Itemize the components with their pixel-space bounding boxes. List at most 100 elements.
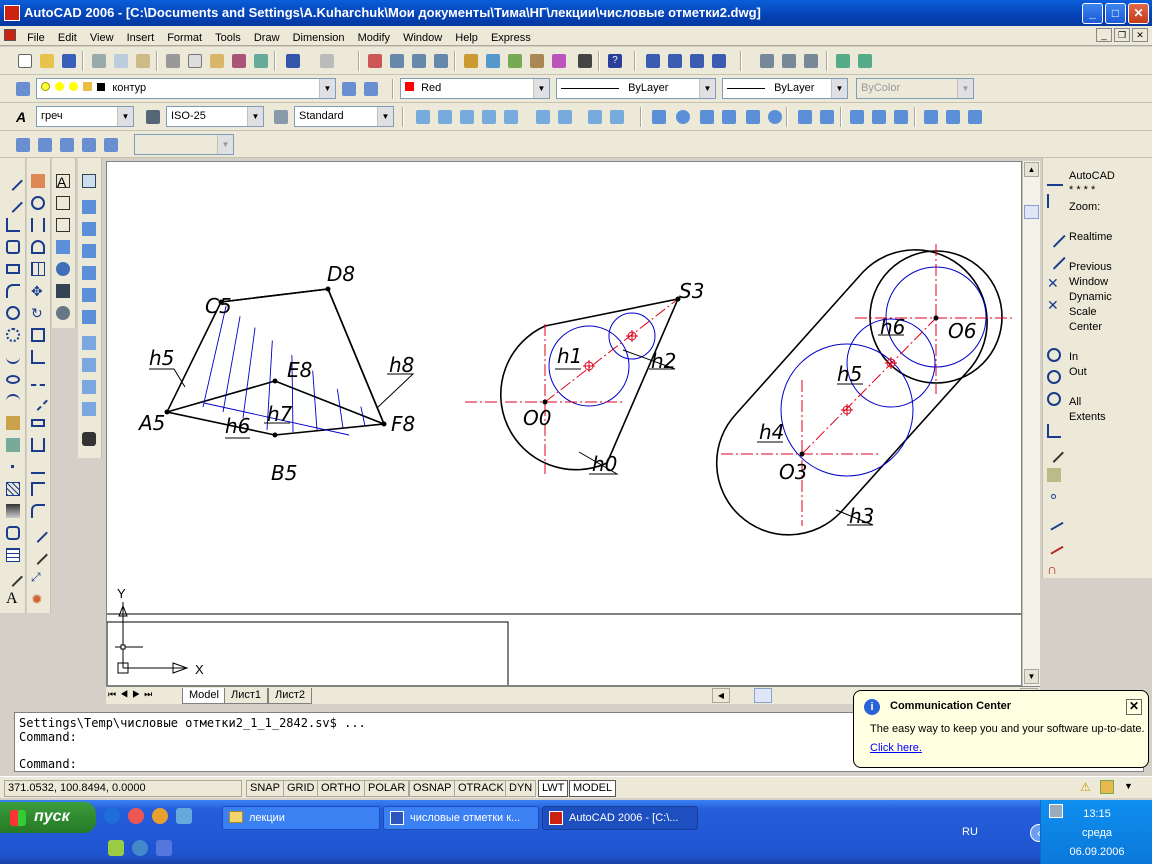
menu-edit[interactable]: Edit — [53, 29, 82, 48]
polyline-tool[interactable] — [2, 214, 24, 236]
otrack-toggle[interactable]: OTRACK — [454, 780, 508, 797]
erase-tool[interactable] — [27, 170, 49, 192]
balloon-link[interactable]: Click here. — [870, 742, 922, 754]
pan-button[interactable] — [364, 50, 384, 70]
circle-tool[interactable] — [2, 302, 24, 324]
ucs-icon-3[interactable] — [1044, 226, 1066, 248]
explode-star-tool[interactable]: ✹ — [27, 588, 49, 610]
text-mtext-button[interactable] — [756, 50, 776, 70]
cut-button[interactable] — [162, 50, 182, 70]
zoom-extents-item[interactable]: Extents — [1069, 411, 1106, 423]
menu-format[interactable]: Format — [162, 29, 207, 48]
zoom-all-icon[interactable] — [584, 106, 604, 126]
matchprop-button[interactable] — [228, 50, 248, 70]
start-button[interactable]: пуск — [0, 802, 96, 833]
offset-tool[interactable] — [27, 236, 49, 258]
doc-restore-button[interactable]: ❐ — [1114, 28, 1130, 42]
setup-drawing-icon[interactable] — [920, 106, 940, 126]
chevron-down-icon[interactable]: ▼ — [533, 79, 549, 98]
menu-window[interactable]: Window — [398, 29, 447, 48]
ucs-x-icon[interactable]: ✕ — [1047, 276, 1063, 290]
ucs-icon-2[interactable] — [1047, 194, 1063, 208]
sheetset-button[interactable] — [526, 50, 546, 70]
properties-button[interactable] — [460, 50, 480, 70]
zoom-window-icon[interactable] — [412, 106, 432, 126]
hatch-lines-tool[interactable] — [2, 566, 24, 588]
node-icon[interactable] — [1051, 494, 1056, 499]
layer-combo[interactable]: контур ▼ — [36, 78, 336, 99]
draworder-back-button[interactable] — [664, 50, 684, 70]
named-views-tool[interactable] — [78, 170, 100, 192]
tab-sheet2[interactable]: Лист2 — [268, 688, 313, 704]
polygon-tool[interactable] — [2, 236, 24, 258]
left-view-tool[interactable] — [78, 240, 100, 262]
quick-launch-icon-7[interactable] — [156, 840, 172, 856]
quick-launch-icon-4[interactable] — [176, 808, 192, 824]
fillet-tool[interactable] — [27, 500, 49, 522]
break-at-point-tool[interactable] — [27, 412, 49, 434]
layer-tool-button[interactable] — [832, 50, 852, 70]
scroll-down-button[interactable]: ▼ — [1024, 669, 1039, 684]
box-dark-tool[interactable] — [52, 280, 74, 302]
draworder-under-button[interactable] — [708, 50, 728, 70]
tab-model[interactable]: Model — [182, 688, 226, 704]
sphere-tool[interactable] — [52, 258, 74, 280]
zoom-center-icon[interactable] — [478, 106, 498, 126]
sphere-grey-tool[interactable] — [52, 302, 74, 324]
draworder-above-button[interactable] — [686, 50, 706, 70]
task-autocad[interactable]: AutoCAD 2006 - [C:\... — [542, 806, 698, 830]
ellipse-arc-tool[interactable] — [2, 390, 24, 412]
scale-tool[interactable] — [27, 324, 49, 346]
point-tool[interactable] — [2, 456, 24, 478]
none-icon[interactable] — [1044, 535, 1064, 555]
communication-center-balloon[interactable]: i Communication Center ✕ The easy way to… — [853, 690, 1149, 768]
table-style-combo[interactable]: Standard ▼ — [294, 106, 394, 127]
ortho-toggle[interactable]: ORTHO — [317, 780, 365, 797]
extend-tool[interactable] — [27, 390, 49, 412]
task-lekcii[interactable]: лекции — [222, 806, 380, 830]
rectangle-tool[interactable] — [2, 258, 24, 280]
menu-help[interactable]: Help — [450, 29, 483, 48]
ucs-y-icon[interactable]: ✕ — [1047, 298, 1063, 312]
menu-tools[interactable]: Tools — [210, 29, 246, 48]
dyn-toggle[interactable]: DYN — [505, 780, 537, 797]
menu-modify[interactable]: Modify — [353, 29, 395, 48]
cube-solid-tool[interactable] — [52, 236, 74, 258]
cylinder-solid-icon[interactable] — [696, 106, 716, 126]
zoom-out-item[interactable]: Out — [1069, 366, 1087, 378]
line-tool[interactable] — [2, 170, 24, 192]
command-prompt[interactable]: Command: — [19, 757, 77, 771]
zoom-in-circle-icon[interactable] — [1047, 348, 1061, 362]
zoom-object-icon[interactable] — [500, 106, 520, 126]
zoom-realtime-button[interactable] — [386, 50, 406, 70]
redo-button[interactable] — [316, 50, 336, 70]
insert-block-tool[interactable] — [2, 412, 24, 434]
construction-line-tool[interactable] — [2, 192, 24, 214]
extrude-icon[interactable] — [794, 106, 814, 126]
clip-viewport-icon[interactable] — [100, 134, 120, 154]
revolve-icon[interactable] — [816, 106, 836, 126]
warning-icon[interactable]: ⚠ — [1080, 780, 1094, 794]
status-menu-arrow[interactable]: ▼ — [1124, 781, 1133, 791]
menu-insert[interactable]: Insert — [122, 29, 160, 48]
spline-tool[interactable] — [2, 346, 24, 368]
draworder-front-button[interactable] — [642, 50, 662, 70]
opera-icon[interactable] — [128, 808, 144, 824]
single-viewport-icon[interactable] — [34, 134, 54, 154]
chevron-down-icon[interactable]: ▼ — [117, 107, 133, 126]
setup-view-icon[interactable] — [942, 106, 962, 126]
zoom-extents-icon[interactable] — [606, 106, 626, 126]
torus-solid-icon[interactable] — [764, 106, 784, 126]
menu-draw[interactable]: Draw — [249, 29, 285, 48]
box-solid-icon[interactable] — [648, 106, 668, 126]
make-layer-current-button[interactable] — [338, 78, 358, 98]
menu-view[interactable]: View — [85, 29, 119, 48]
tab-nav-arrows[interactable]: ⏮◀▶⏭ — [108, 689, 156, 700]
toolpalettes-button[interactable] — [504, 50, 524, 70]
ne-iso-tool[interactable] — [78, 376, 100, 398]
save-button[interactable] — [58, 50, 78, 70]
chevron-down-icon[interactable]: ▼ — [699, 79, 715, 98]
designcenter-button[interactable] — [482, 50, 502, 70]
doc-close-button[interactable]: ✕ — [1132, 28, 1148, 42]
sphere-solid-icon[interactable] — [672, 106, 692, 126]
